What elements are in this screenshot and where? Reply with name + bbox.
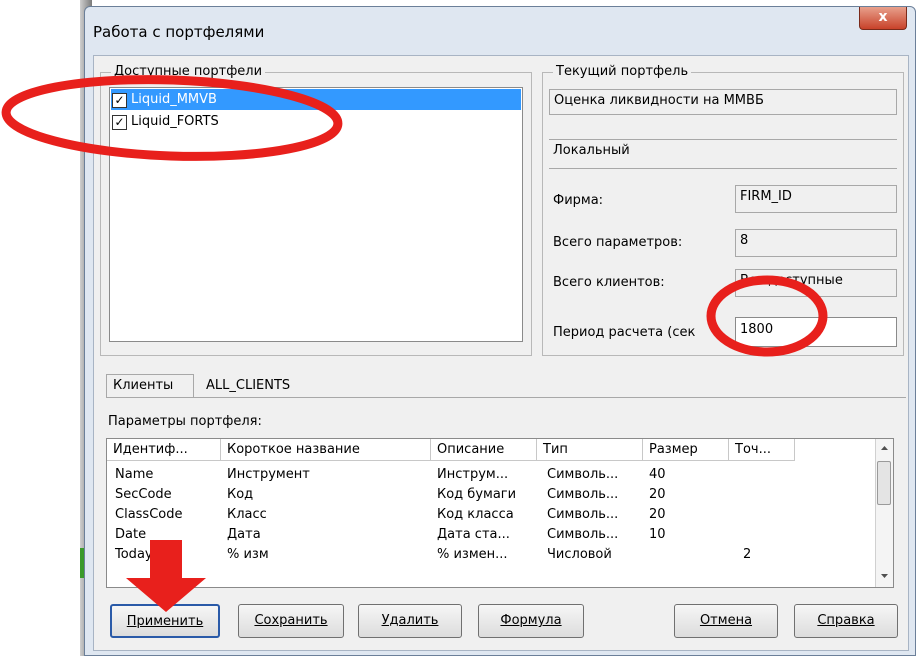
calc-period-label: Период расчета (сек [553, 325, 696, 340]
tab-clients[interactable]: Клиенты [106, 374, 194, 398]
apply-button-label: Применить [126, 614, 204, 629]
cell-size: 10 [649, 527, 666, 542]
cell-description: Инструм... [437, 467, 509, 482]
cell-precision: 2 [743, 547, 752, 562]
portfolio-params-label: Параметры портфеля: [108, 414, 262, 429]
cell-type: Символь... [547, 527, 619, 542]
dialog-client-area: Доступные портфели ✓ Liquid_MMVB ✓ Liqui… [93, 55, 909, 651]
portfolio-item-liquid-forts[interactable]: ✓ Liquid_FORTS [112, 112, 221, 132]
cell-type: Символь... [547, 487, 619, 502]
portfolio-type-field: Локальный [549, 139, 897, 169]
cancel-button[interactable]: Отмена [674, 604, 778, 638]
column-header-description[interactable]: Описание [431, 439, 537, 461]
cell-description: Дата ста... [437, 527, 510, 542]
close-button[interactable]: x [859, 7, 907, 30]
desktop-background [0, 0, 92, 656]
cell-id: SecCode [115, 487, 172, 502]
params-count-value: 8 [735, 229, 897, 257]
portfolio-item-label: Liquid_FORTS [131, 114, 219, 129]
tab-divider [106, 397, 906, 398]
available-portfolios-label: Доступные портфели [111, 64, 266, 79]
column-header-id[interactable]: Идентиф... [107, 439, 221, 461]
column-header-type[interactable]: Тип [537, 439, 643, 461]
window-title: Работа с портфелями [93, 23, 265, 41]
delete-button[interactable]: Удалить [358, 604, 462, 638]
params-table[interactable]: Идентиф... Короткое название Описание Ти… [106, 438, 894, 588]
delete-button-label: Удалить [381, 613, 439, 628]
firm-label: Фирма: [553, 193, 604, 208]
save-button-label: Сохранить [254, 613, 328, 628]
params-count-label: Всего параметров: [553, 235, 683, 250]
help-button[interactable]: Справка [794, 604, 898, 638]
clients-count-value: Все доступные [735, 269, 897, 297]
cell-id: Today... [115, 547, 164, 562]
scrollbar-thumb[interactable] [877, 461, 891, 505]
title-bar: Работа с портфелями x [85, 7, 915, 55]
apply-button[interactable]: Применить [110, 604, 220, 638]
cell-short-name: Класс [227, 507, 267, 522]
cancel-button-label: Отмена [699, 613, 753, 628]
available-portfolios-group: Доступные портфели ✓ Liquid_MMVB ✓ Liqui… [100, 64, 532, 356]
formula-button[interactable]: Формула [478, 604, 584, 638]
calc-period-input[interactable]: 1800 [735, 317, 897, 347]
portfolio-item-liquid-mmvb[interactable]: ✓ Liquid_MMVB [112, 90, 219, 110]
checkbox-liquid-forts[interactable]: ✓ [112, 114, 127, 130]
portfolio-dialog: Работа с портфелями x Доступные портфели… [84, 6, 916, 656]
cell-type: Числовой [547, 547, 612, 562]
portfolio-item-label: Liquid_MMVB [129, 90, 219, 110]
cell-id: ClassCode [115, 507, 183, 522]
help-button-label: Справка [817, 613, 875, 628]
portfolio-name-field: Оценка ликвидности на ММВБ [549, 89, 897, 115]
cell-description: Код бумаги [437, 487, 517, 502]
cell-description: % измен... [437, 547, 508, 562]
checkbox-liquid-mmvb[interactable]: ✓ [112, 92, 127, 108]
cell-short-name: Инструмент [227, 467, 310, 482]
firm-value: FIRM_ID [735, 185, 897, 213]
cell-id: Date [115, 527, 147, 542]
cell-description: Код класса [437, 507, 514, 522]
cell-short-name: % изм [227, 547, 269, 562]
cell-size: 20 [649, 507, 666, 522]
clients-value: ALL_CLIENTS [206, 378, 291, 393]
column-header-precision[interactable]: Точ... [729, 439, 795, 461]
cell-type: Символь... [547, 507, 619, 522]
clients-count-label: Всего клиентов: [553, 275, 665, 290]
formula-button-label: Формула [500, 613, 562, 628]
cell-size: 20 [649, 487, 666, 502]
cell-type: Символь... [547, 467, 619, 482]
vertical-scrollbar[interactable] [875, 439, 893, 587]
cell-short-name: Код [227, 487, 254, 502]
portfolio-list[interactable]: ✓ Liquid_MMVB ✓ Liquid_FORTS [109, 87, 523, 342]
current-portfolio-group: Текущий портфель Оценка ликвидности на М… [542, 64, 904, 356]
save-button[interactable]: Сохранить [238, 604, 344, 638]
cell-short-name: Дата [227, 527, 261, 542]
column-header-short-name[interactable]: Короткое название [221, 439, 431, 461]
cell-size: 40 [649, 467, 666, 482]
current-portfolio-label: Текущий портфель [553, 64, 692, 79]
column-header-size[interactable]: Размер [643, 439, 729, 461]
cell-id: Name [115, 467, 154, 482]
